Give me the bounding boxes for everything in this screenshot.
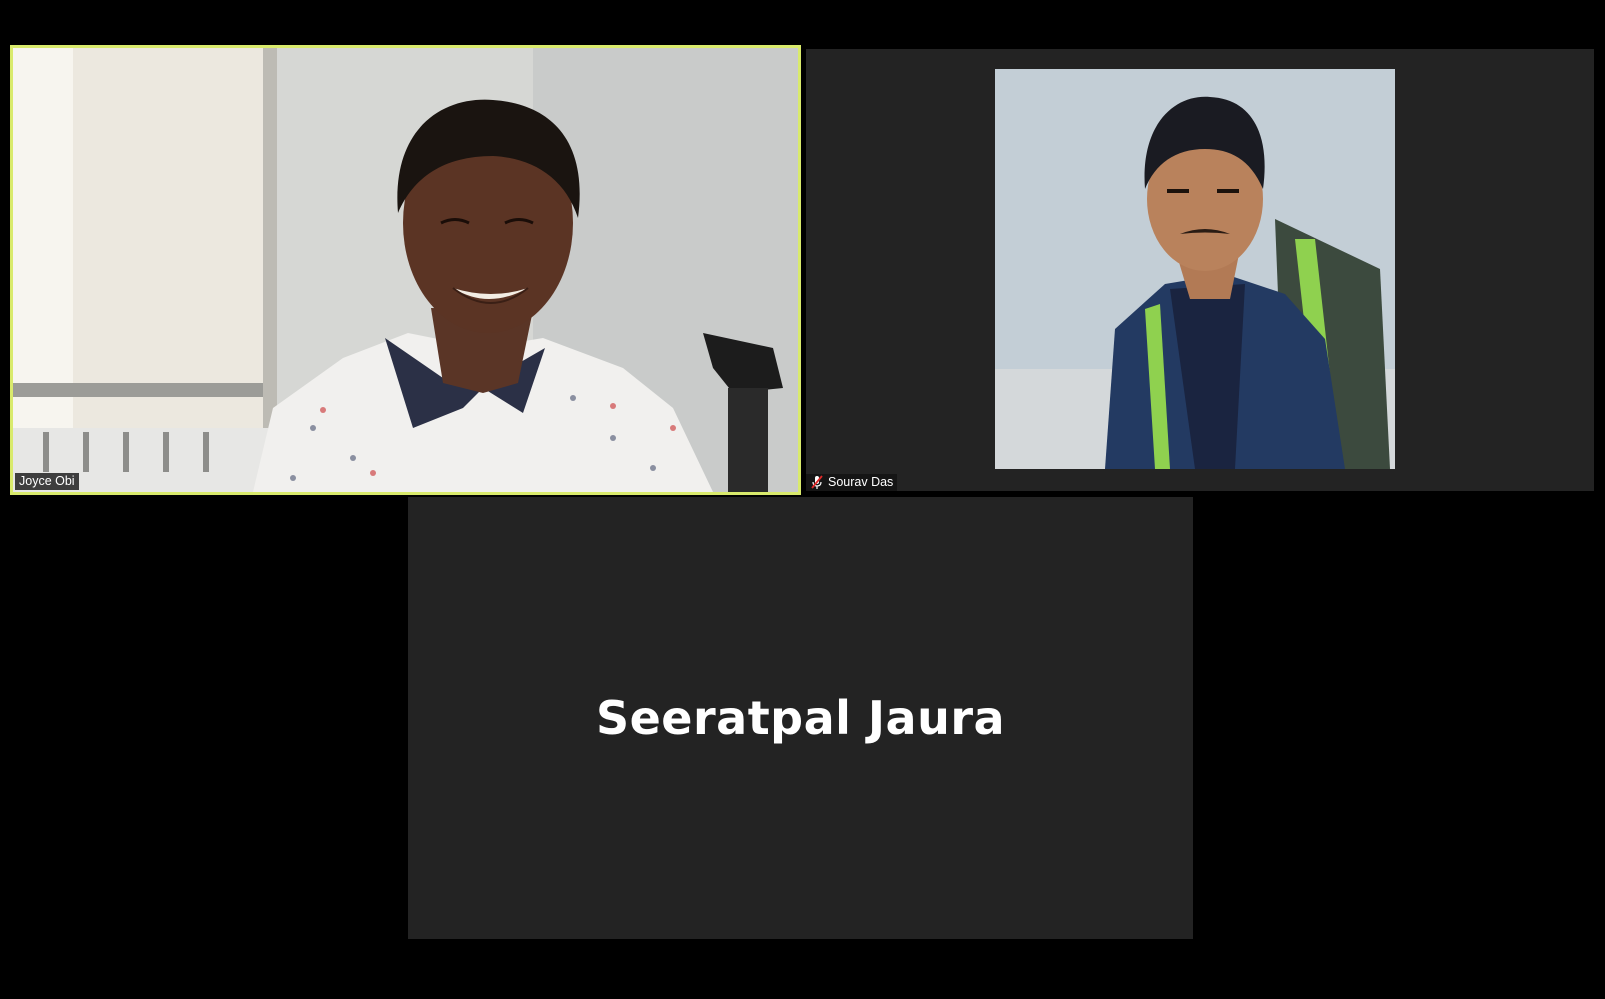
video-tile-sourav-das[interactable]: Sourav Das: [806, 49, 1594, 491]
participant-name-label: Sourav Das: [806, 474, 898, 491]
participant-display-name: Seeratpal Jaura: [595, 691, 1006, 745]
participant-name: Joyce Obi: [19, 474, 75, 488]
video-tile-seeratpal-jaura[interactable]: Seeratpal Jaura: [408, 497, 1193, 939]
participant-name: Sourav Das: [828, 475, 894, 489]
microphone-muted-icon: [810, 475, 824, 490]
participant-name-label: Joyce Obi: [15, 473, 79, 490]
profile-picture: [995, 69, 1395, 469]
video-tile-joyce-obi[interactable]: Joyce Obi: [10, 45, 801, 495]
participant-video-feed: [13, 48, 798, 492]
